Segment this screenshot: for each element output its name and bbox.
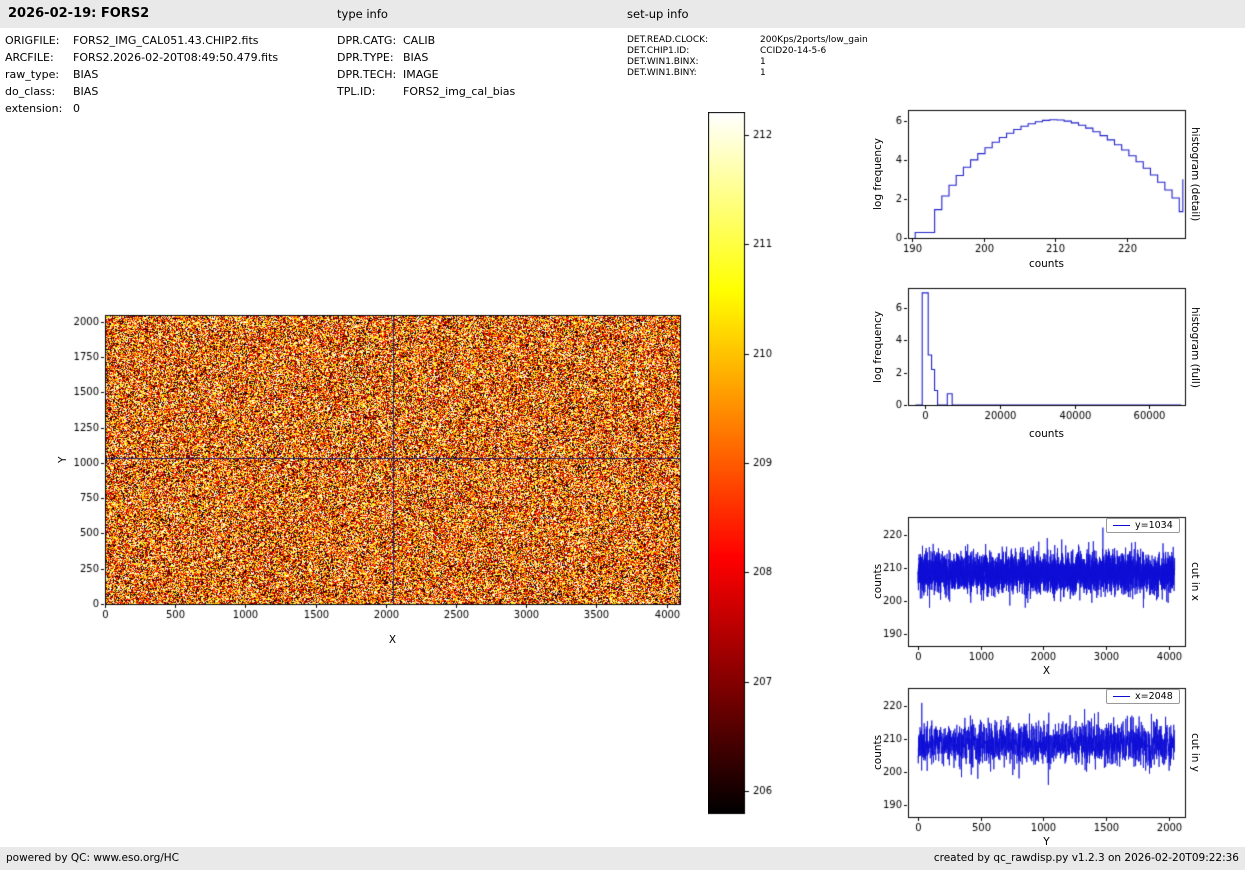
- arcfile-label: ARCFILE:: [5, 51, 54, 64]
- cut-x-right-label: cut in x: [1189, 562, 1201, 602]
- file-info-row: ARCFILE: FORS2.2026-02-20T08:49:50.479.f…: [5, 49, 278, 66]
- setup-info-row: DET.READ.CLOCK: 200Kps/2ports/low_gain: [627, 35, 868, 46]
- setup-info-heading: set-up info: [627, 7, 689, 21]
- doclass-value: BIAS: [73, 85, 99, 98]
- dpr-catg-label: DPR.CATG:: [337, 34, 397, 47]
- file-info-row: ORIGFILE: FORS2_IMG_CAL051.43.CHIP2.fits: [5, 32, 278, 49]
- read-clock-value: 200Kps/2ports/low_gain: [760, 35, 868, 45]
- bias-image-ylabel: Y: [57, 456, 69, 463]
- hist-full-ylabel: log frequency: [872, 310, 884, 383]
- colorbar-canvas: [708, 112, 786, 816]
- doclass-label: do_class:: [5, 85, 56, 98]
- chip-id-label: DET.CHIP1.ID:: [627, 46, 690, 56]
- setup-info-row: DET.CHIP1.ID: CCID20-14-5-6: [627, 46, 868, 57]
- biny-value: 1: [760, 68, 766, 78]
- cut-x-ylabel: counts: [872, 563, 884, 600]
- type-info-row: DPR.TECH: IMAGE: [337, 66, 515, 83]
- hist-detail-canvas: [874, 100, 1192, 256]
- origfile-value: FORS2_IMG_CAL051.43.CHIP2.fits: [73, 34, 259, 47]
- cut-x-legend-label: y=1034: [1135, 520, 1173, 531]
- hist-detail-right-label: histogram (detail): [1189, 126, 1201, 222]
- hist-full-xlabel: counts: [1028, 428, 1065, 440]
- legend-line-swatch: [1113, 525, 1130, 526]
- tpl-id-label: TPL.ID:: [337, 85, 376, 98]
- footer-credit: powered by QC: www.eso.org/HC: [6, 852, 180, 864]
- type-info-heading: type info: [337, 7, 388, 21]
- footer-generated: created by qc_rawdisp.py v1.2.3 on 2026-…: [933, 852, 1239, 864]
- extension-value: 0: [73, 102, 80, 115]
- tpl-id-value: FORS2_img_cal_bias: [403, 85, 516, 98]
- setup-info-row: DET.WIN1.BINY: 1: [627, 68, 868, 79]
- binx-label: DET.WIN1.BINX:: [627, 57, 699, 67]
- hist-full-right-label: histogram (full): [1189, 306, 1201, 388]
- type-info-row: DPR.CATG: CALIB: [337, 32, 515, 49]
- origfile-label: ORIGFILE:: [5, 34, 60, 47]
- bias-image-canvas: [52, 298, 704, 648]
- title-bar: 2026-02-19: FORS2 type info set-up info: [0, 0, 1245, 28]
- dpr-tech-value: IMAGE: [403, 68, 439, 81]
- footer-bar: powered by QC: www.eso.org/HC created by…: [0, 847, 1245, 870]
- cut-y-legend: x=2048: [1106, 689, 1180, 704]
- type-info-block: DPR.CATG: CALIB DPR.TYPE: BIAS DPR.TECH:…: [337, 32, 515, 100]
- chip-id-value: CCID20-14-5-6: [760, 46, 827, 56]
- file-info-block: ORIGFILE: FORS2_IMG_CAL051.43.CHIP2.fits…: [5, 32, 278, 117]
- cut-y-right-label: cut in y: [1189, 733, 1201, 773]
- dpr-type-label: DPR.TYPE:: [337, 51, 394, 64]
- setup-info-row: DET.WIN1.BINX: 1: [627, 57, 868, 68]
- qc-report-page: 2026-02-19: FORS2 type info set-up info …: [0, 0, 1245, 870]
- type-info-row: TPL.ID: FORS2_img_cal_bias: [337, 83, 515, 100]
- file-info-row: raw_type: BIAS: [5, 66, 278, 83]
- biny-label: DET.WIN1.BINY:: [627, 68, 697, 78]
- binx-value: 1: [760, 57, 766, 67]
- dpr-type-value: BIAS: [403, 51, 429, 64]
- cut-y-ylabel: counts: [872, 734, 884, 771]
- arcfile-value: FORS2.2026-02-20T08:49:50.479.fits: [73, 51, 279, 64]
- rawtype-value: BIAS: [73, 68, 99, 81]
- hist-full-canvas: [874, 280, 1192, 436]
- file-info-row: do_class: BIAS: [5, 83, 278, 100]
- dpr-catg-value: CALIB: [403, 34, 436, 47]
- report-title: 2026-02-19: FORS2: [8, 6, 150, 21]
- extension-label: extension:: [5, 102, 63, 115]
- read-clock-label: DET.READ.CLOCK:: [627, 35, 709, 45]
- setup-info-block: DET.READ.CLOCK: 200Kps/2ports/low_gain D…: [627, 35, 868, 79]
- type-info-row: DPR.TYPE: BIAS: [337, 49, 515, 66]
- bias-image-xlabel: X: [388, 634, 397, 646]
- cut-x-xlabel: X: [1042, 665, 1051, 677]
- cut-x-legend: y=1034: [1106, 518, 1180, 533]
- file-info-row: extension: 0: [5, 100, 278, 117]
- rawtype-label: raw_type:: [5, 68, 60, 81]
- legend-line-swatch: [1113, 696, 1130, 697]
- hist-detail-ylabel: log frequency: [872, 138, 884, 211]
- cut-y-legend-label: x=2048: [1135, 691, 1173, 702]
- hist-detail-xlabel: counts: [1028, 258, 1065, 270]
- dpr-tech-label: DPR.TECH:: [337, 68, 397, 81]
